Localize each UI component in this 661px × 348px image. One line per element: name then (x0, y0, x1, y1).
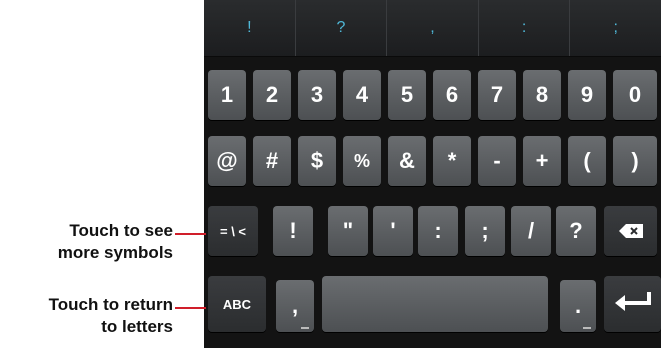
key-percent[interactable]: % (343, 136, 381, 186)
key-slash[interactable]: / (511, 206, 551, 256)
key-4[interactable]: 4 (343, 70, 381, 120)
callout-pointer (175, 233, 206, 235)
more-symbols-toggle-key[interactable]: = \ < (208, 206, 258, 256)
suggestion-item[interactable]: , (387, 0, 479, 56)
suggestion-item[interactable]: ? (296, 0, 388, 56)
period-label: . (574, 293, 582, 318)
key-3[interactable]: 3 (298, 70, 336, 120)
suggestion-item[interactable]: : (479, 0, 571, 56)
key-ampersand[interactable]: & (388, 136, 426, 186)
key-2[interactable]: 2 (253, 70, 291, 120)
soft-keyboard: ! ? , : ; 1 2 3 4 5 6 7 8 9 0 @ # $ % & … (204, 0, 661, 348)
key-plus[interactable]: + (523, 136, 561, 186)
enter-key[interactable] (604, 276, 661, 332)
key-8[interactable]: 8 (523, 70, 561, 120)
abc-key[interactable]: ABC (208, 276, 266, 332)
key-dollar[interactable]: $ (298, 136, 336, 186)
suggestion-item[interactable]: ! (204, 0, 296, 56)
key-9[interactable]: 9 (568, 70, 606, 120)
key-6[interactable]: 6 (433, 70, 471, 120)
key-colon[interactable]: : (418, 206, 458, 256)
key-7[interactable]: 7 (478, 70, 516, 120)
key-0[interactable]: 0 (613, 70, 657, 120)
callout-text-return-letters: Touch to return to letters (49, 294, 173, 338)
callout-text-more-symbols: Touch to see more symbols (58, 220, 173, 264)
enter-icon (614, 291, 651, 317)
delete-key[interactable] (604, 206, 657, 256)
key-right-paren[interactable]: ) (613, 136, 657, 186)
callout-line-1: Touch to see (69, 221, 173, 240)
spacebar[interactable] (322, 276, 548, 332)
period-alt-indicator (583, 327, 591, 329)
suggestion-item[interactable]: ; (570, 0, 661, 56)
key-period[interactable]: . (560, 280, 596, 332)
key-double-quote[interactable]: " (328, 206, 368, 256)
key-comma[interactable]: , (276, 280, 314, 332)
key-left-paren[interactable]: ( (568, 136, 606, 186)
key-asterisk[interactable]: * (433, 136, 471, 186)
key-question[interactable]: ? (556, 206, 596, 256)
backspace-icon (618, 218, 643, 244)
callout-line-1: Touch to return (48, 295, 173, 314)
callout-line-2: to letters (101, 317, 173, 336)
key-5[interactable]: 5 (388, 70, 426, 120)
callout-line-2: more symbols (57, 243, 173, 262)
key-apostrophe[interactable]: ' (373, 206, 413, 256)
key-minus[interactable]: - (478, 136, 516, 186)
key-1[interactable]: 1 (208, 70, 246, 120)
comma-label: , (291, 293, 299, 318)
comma-alt-indicator (301, 327, 309, 329)
key-hash[interactable]: # (253, 136, 291, 186)
key-semicolon[interactable]: ; (465, 206, 505, 256)
suggestion-strip: ! ? , : ; (204, 0, 661, 57)
key-at[interactable]: @ (208, 136, 246, 186)
key-exclamation[interactable]: ! (273, 206, 313, 256)
callout-pointer (175, 307, 206, 309)
